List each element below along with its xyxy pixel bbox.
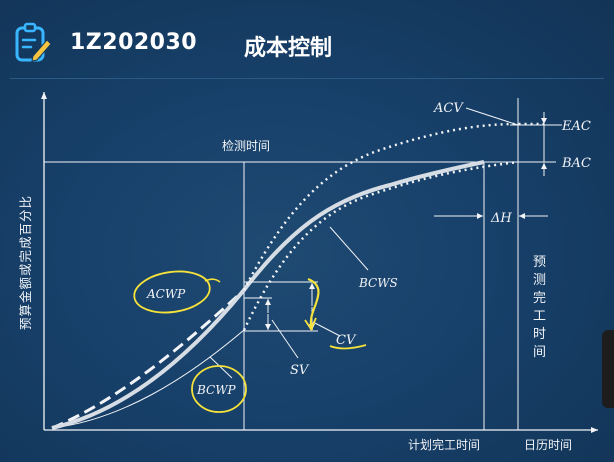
- svg-text:完: 完: [533, 291, 546, 306]
- x-axis-label: 日历时间: [524, 438, 572, 452]
- planned-finish-label: 计划完工时间: [408, 437, 480, 452]
- bcws-label: BCWS: [358, 276, 398, 290]
- svg-text:预算金额或完成百分比: 预算金额或完成百分比: [18, 195, 33, 330]
- cost-control-diagram: 检测时间 计划完工时间 日历时间 ACV EAC BAC ΔH BCWS ACW…: [18, 92, 598, 452]
- svg-text:时: 时: [533, 327, 546, 342]
- acv-label: ACV: [433, 101, 464, 116]
- sv-label: SV: [290, 363, 310, 378]
- cv-label: CV: [336, 333, 357, 348]
- check-time-label: 检测时间: [222, 138, 270, 153]
- bcws-curve: [51, 160, 485, 430]
- svg-text:预: 预: [533, 255, 546, 270]
- bac-label: BAC: [561, 156, 591, 171]
- bcws-leader: [329, 226, 369, 271]
- svg-text:工: 工: [533, 309, 546, 324]
- delta-h-label: ΔH: [490, 211, 512, 226]
- sv-leader: [271, 319, 299, 359]
- svg-text:间: 间: [533, 345, 546, 360]
- side-panel-edge: [602, 330, 614, 408]
- eac-label: EAC: [561, 119, 591, 134]
- acwp-label: ACWP: [146, 287, 186, 301]
- bcwp-curve: [51, 329, 245, 429]
- y-axis-label: 预算金额或完成百分比: [18, 195, 33, 330]
- bcwp-label: BCWP: [196, 383, 237, 397]
- eac-forecast-curve: [242, 122, 548, 291]
- acv-leader: [465, 107, 519, 126]
- slide: 1Z202030 成本控制 检测时间 计划完工时间 日历时间 ACV EAC B…: [0, 0, 614, 462]
- svg-text:测: 测: [533, 273, 546, 288]
- forecast-finish-label: 预 测 完 工 时 间: [533, 255, 546, 360]
